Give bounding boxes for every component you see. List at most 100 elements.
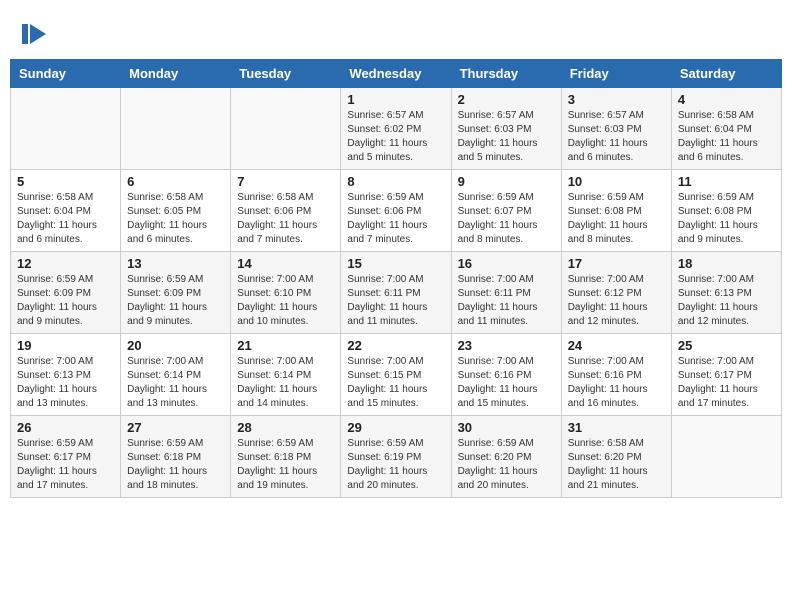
day-info: Sunrise: 6:57 AM Sunset: 6:03 PM Dayligh… (458, 109, 555, 165)
day-cell (121, 88, 231, 170)
col-header-tuesday: Tuesday (231, 60, 341, 88)
day-info: Sunrise: 7:00 AM Sunset: 6:13 PM Dayligh… (17, 355, 114, 411)
day-number: 25 (678, 338, 775, 353)
day-cell: 25 Sunrise: 7:00 AM Sunset: 6:17 PM Dayli… (671, 334, 781, 416)
day-info: Sunrise: 7:00 AM Sunset: 6:12 PM Dayligh… (568, 273, 665, 329)
day-cell: 23 Sunrise: 7:00 AM Sunset: 6:16 PM Dayli… (451, 334, 561, 416)
day-number: 4 (678, 92, 775, 107)
day-info: Sunrise: 6:58 AM Sunset: 6:05 PM Dayligh… (127, 191, 224, 247)
week-row-1: 1 Sunrise: 6:57 AM Sunset: 6:02 PM Daylig… (11, 88, 782, 170)
day-cell: 2Sunrise: 6:57 AM Sunset: 6:03 PM Daylig… (451, 88, 561, 170)
day-number: 9 (458, 174, 555, 189)
day-info: Sunrise: 6:59 AM Sunset: 6:19 PM Dayligh… (347, 437, 444, 493)
day-info: Sunrise: 6:59 AM Sunset: 6:08 PM Dayligh… (568, 191, 665, 247)
day-cell: 31 Sunrise: 6:58 AM Sunset: 6:20 PM Dayli… (561, 416, 671, 498)
day-number: 13 (127, 256, 224, 271)
day-number: 29 (347, 420, 444, 435)
week-row-2: 5 Sunrise: 6:58 AM Sunset: 6:04 PM Daylig… (11, 170, 782, 252)
day-info: Sunrise: 6:58 AM Sunset: 6:04 PM Dayligh… (17, 191, 114, 247)
day-number: 27 (127, 420, 224, 435)
day-cell (11, 88, 121, 170)
day-cell (671, 416, 781, 498)
day-info: Sunrise: 7:00 AM Sunset: 6:14 PM Dayligh… (127, 355, 224, 411)
day-info: Sunrise: 6:59 AM Sunset: 6:06 PM Dayligh… (347, 191, 444, 247)
day-number: 8 (347, 174, 444, 189)
day-cell: 15Sunrise: 7:00 AM Sunset: 6:11 PM Dayli… (341, 252, 451, 334)
day-number: 10 (568, 174, 665, 189)
day-cell: 20 Sunrise: 7:00 AM Sunset: 6:14 PM Dayli… (121, 334, 231, 416)
day-info: Sunrise: 6:57 AM Sunset: 6:03 PM Dayligh… (568, 109, 665, 165)
day-cell: 11Sunrise: 6:59 AM Sunset: 6:08 PM Dayli… (671, 170, 781, 252)
day-cell: 26Sunrise: 6:59 AM Sunset: 6:17 PM Dayli… (11, 416, 121, 498)
day-number: 20 (127, 338, 224, 353)
day-info: Sunrise: 6:58 AM Sunset: 6:20 PM Dayligh… (568, 437, 665, 493)
day-number: 1 (347, 92, 444, 107)
day-info: Sunrise: 6:59 AM Sunset: 6:18 PM Dayligh… (237, 437, 334, 493)
day-cell: 18 Sunrise: 7:00 AM Sunset: 6:13 PM Dayli… (671, 252, 781, 334)
day-cell: 9 Sunrise: 6:59 AM Sunset: 6:07 PM Daylig… (451, 170, 561, 252)
day-number: 23 (458, 338, 555, 353)
col-header-monday: Monday (121, 60, 231, 88)
day-number: 6 (127, 174, 224, 189)
day-cell: 22 Sunrise: 7:00 AM Sunset: 6:15 PM Dayli… (341, 334, 451, 416)
day-number: 14 (237, 256, 334, 271)
day-cell: 7 Sunrise: 6:58 AM Sunset: 6:06 PM Daylig… (231, 170, 341, 252)
day-number: 21 (237, 338, 334, 353)
col-header-thursday: Thursday (451, 60, 561, 88)
day-number: 5 (17, 174, 114, 189)
day-info: Sunrise: 6:59 AM Sunset: 6:07 PM Dayligh… (458, 191, 555, 247)
logo (20, 20, 51, 48)
week-row-4: 19 Sunrise: 7:00 AM Sunset: 6:13 PM Dayli… (11, 334, 782, 416)
day-number: 18 (678, 256, 775, 271)
day-number: 7 (237, 174, 334, 189)
day-info: Sunrise: 7:00 AM Sunset: 6:14 PM Dayligh… (237, 355, 334, 411)
day-info: Sunrise: 7:00 AM Sunset: 6:10 PM Dayligh… (237, 273, 334, 329)
day-number: 31 (568, 420, 665, 435)
day-cell: 1 Sunrise: 6:57 AM Sunset: 6:02 PM Daylig… (341, 88, 451, 170)
day-info: Sunrise: 7:00 AM Sunset: 6:13 PM Dayligh… (678, 273, 775, 329)
week-row-3: 12Sunrise: 6:59 AM Sunset: 6:09 PM Dayli… (11, 252, 782, 334)
day-info: Sunrise: 7:00 AM Sunset: 6:11 PM Dayligh… (347, 273, 444, 329)
day-info: Sunrise: 7:00 AM Sunset: 6:16 PM Dayligh… (568, 355, 665, 411)
day-info: Sunrise: 6:58 AM Sunset: 6:04 PM Dayligh… (678, 109, 775, 165)
day-info: Sunrise: 7:00 AM Sunset: 6:15 PM Dayligh… (347, 355, 444, 411)
day-number: 3 (568, 92, 665, 107)
day-info: Sunrise: 6:59 AM Sunset: 6:17 PM Dayligh… (17, 437, 114, 493)
day-cell: 24 Sunrise: 7:00 AM Sunset: 6:16 PM Dayli… (561, 334, 671, 416)
day-info: Sunrise: 6:58 AM Sunset: 6:06 PM Dayligh… (237, 191, 334, 247)
day-cell: 29 Sunrise: 6:59 AM Sunset: 6:19 PM Dayli… (341, 416, 451, 498)
day-info: Sunrise: 7:00 AM Sunset: 6:17 PM Dayligh… (678, 355, 775, 411)
col-header-saturday: Saturday (671, 60, 781, 88)
day-cell: 19 Sunrise: 7:00 AM Sunset: 6:13 PM Dayli… (11, 334, 121, 416)
day-info: Sunrise: 7:00 AM Sunset: 6:11 PM Dayligh… (458, 273, 555, 329)
day-cell: 16 Sunrise: 7:00 AM Sunset: 6:11 PM Dayli… (451, 252, 561, 334)
day-number: 19 (17, 338, 114, 353)
day-number: 24 (568, 338, 665, 353)
day-info: Sunrise: 7:00 AM Sunset: 6:16 PM Dayligh… (458, 355, 555, 411)
day-cell (231, 88, 341, 170)
day-cell: 6 Sunrise: 6:58 AM Sunset: 6:05 PM Daylig… (121, 170, 231, 252)
col-header-wednesday: Wednesday (341, 60, 451, 88)
day-cell: 28 Sunrise: 6:59 AM Sunset: 6:18 PM Dayli… (231, 416, 341, 498)
col-header-sunday: Sunday (11, 60, 121, 88)
logo-icon (20, 20, 48, 48)
day-info: Sunrise: 6:59 AM Sunset: 6:08 PM Dayligh… (678, 191, 775, 247)
day-cell: 5 Sunrise: 6:58 AM Sunset: 6:04 PM Daylig… (11, 170, 121, 252)
day-cell: 4 Sunrise: 6:58 AM Sunset: 6:04 PM Daylig… (671, 88, 781, 170)
day-cell: 14 Sunrise: 7:00 AM Sunset: 6:10 PM Dayli… (231, 252, 341, 334)
day-info: Sunrise: 6:59 AM Sunset: 6:20 PM Dayligh… (458, 437, 555, 493)
day-number: 30 (458, 420, 555, 435)
day-number: 22 (347, 338, 444, 353)
col-header-friday: Friday (561, 60, 671, 88)
week-row-5: 26Sunrise: 6:59 AM Sunset: 6:17 PM Dayli… (11, 416, 782, 498)
day-cell: 21 Sunrise: 7:00 AM Sunset: 6:14 PM Dayli… (231, 334, 341, 416)
day-number: 17 (568, 256, 665, 271)
day-cell: 10 Sunrise: 6:59 AM Sunset: 6:08 PM Dayli… (561, 170, 671, 252)
day-number: 16 (458, 256, 555, 271)
day-cell: 30 Sunrise: 6:59 AM Sunset: 6:20 PM Dayli… (451, 416, 561, 498)
day-cell: 27 Sunrise: 6:59 AM Sunset: 6:18 PM Dayli… (121, 416, 231, 498)
day-info: Sunrise: 6:59 AM Sunset: 6:09 PM Dayligh… (127, 273, 224, 329)
day-info: Sunrise: 6:59 AM Sunset: 6:18 PM Dayligh… (127, 437, 224, 493)
day-number: 28 (237, 420, 334, 435)
day-info: Sunrise: 6:57 AM Sunset: 6:02 PM Dayligh… (347, 109, 444, 165)
